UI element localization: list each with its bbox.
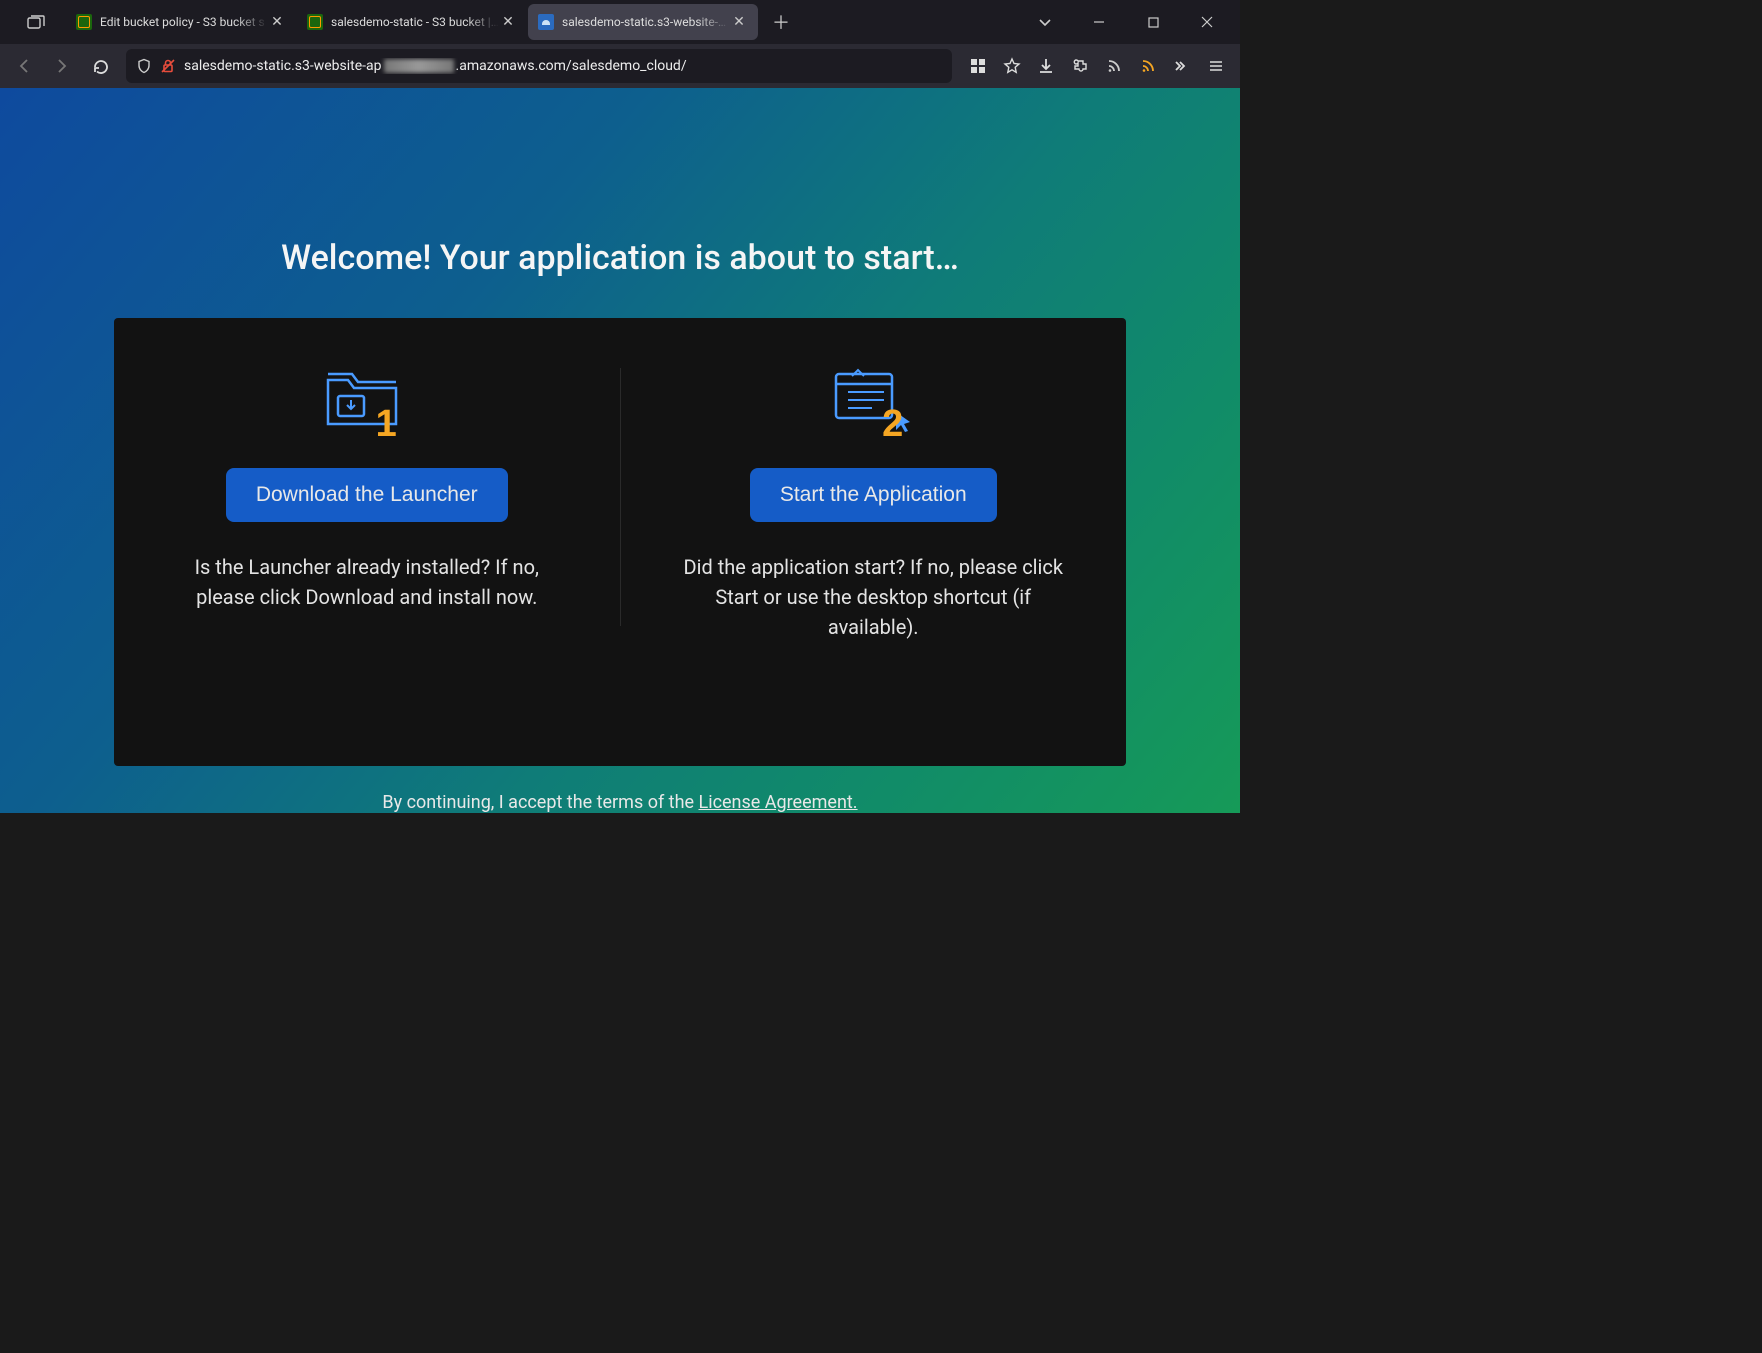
license-footer: By continuing, I accept the terms of the… <box>382 792 857 813</box>
rss-icon[interactable] <box>1132 50 1164 82</box>
close-window-button[interactable] <box>1186 7 1228 37</box>
extensions-icon[interactable] <box>1064 50 1096 82</box>
url-text: salesdemo-static.s3-website-ap .amazonaws… <box>184 58 687 74</box>
container-icon[interactable] <box>962 50 994 82</box>
welcome-heading: Welcome! Your application is about to st… <box>281 238 959 278</box>
maximize-button[interactable] <box>1132 7 1174 37</box>
start-app-icon: 2 <box>828 368 918 438</box>
title-bar: Edit bucket policy - S3 bucket s ✕ sales… <box>0 0 1240 44</box>
aws-favicon-icon <box>76 14 92 30</box>
url-path: .amazonaws.com/salesdemo_cloud/ <box>456 58 687 74</box>
step-1-number: 1 <box>376 403 397 446</box>
aws-favicon-icon <box>307 14 323 30</box>
license-prefix: By continuing, I accept the terms of the <box>382 792 698 813</box>
shield-icon[interactable] <box>136 58 152 74</box>
browser-window: Edit bucket policy - S3 bucket s ✕ sales… <box>0 0 1240 813</box>
feed-icon[interactable] <box>1098 50 1130 82</box>
insecure-lock-icon[interactable] <box>160 58 176 74</box>
new-tab-button[interactable]: ＋ <box>765 6 797 38</box>
minimize-button[interactable] <box>1078 7 1120 37</box>
start-pane: 2 Start the Application Did the applicat… <box>621 318 1127 766</box>
tab-1-close-icon[interactable]: ✕ <box>268 13 286 31</box>
tab-3[interactable]: salesdemo-static.s3-website-ap ✕ <box>528 4 758 40</box>
actions-panel: 1 Download the Launcher Is the Launcher … <box>114 318 1126 766</box>
all-tabs-icon[interactable] <box>6 15 66 29</box>
hamburger-menu-icon[interactable] <box>1200 50 1232 82</box>
url-host-prefix: salesdemo-static.s3-website-ap <box>184 58 382 74</box>
tab-3-close-icon[interactable]: ✕ <box>730 13 748 31</box>
tab-1[interactable]: Edit bucket policy - S3 bucket s ✕ <box>66 4 296 40</box>
bookmark-star-icon[interactable] <box>996 50 1028 82</box>
page-content: Welcome! Your application is about to st… <box>0 88 1240 813</box>
tab-1-title: Edit bucket policy - S3 bucket s <box>100 15 268 29</box>
reload-button[interactable] <box>84 50 116 82</box>
url-bar[interactable]: salesdemo-static.s3-website-ap .amazonaws… <box>126 49 952 83</box>
tabs-dropdown-icon[interactable] <box>1024 7 1066 37</box>
tab-2-title: salesdemo-static - S3 bucket | S <box>331 15 499 29</box>
tab-2[interactable]: salesdemo-static - S3 bucket | S ✕ <box>297 4 527 40</box>
back-button[interactable] <box>8 50 40 82</box>
download-pane: 1 Download the Launcher Is the Launcher … <box>114 318 620 766</box>
step-2-number: 2 <box>882 403 903 446</box>
overflow-icon[interactable] <box>1166 50 1198 82</box>
start-help-text: Did the application start? If no, please… <box>673 552 1073 642</box>
forward-button[interactable] <box>46 50 78 82</box>
download-launcher-button[interactable]: Download the Launcher <box>226 468 508 522</box>
download-help-text: Is the Launcher already installed? If no… <box>167 552 567 612</box>
url-region-redacted <box>384 59 454 73</box>
toolbar-right-icons <box>962 50 1232 82</box>
tab-3-title: salesdemo-static.s3-website-ap <box>562 15 730 29</box>
download-folder-icon: 1 <box>322 368 412 438</box>
window-controls <box>1024 7 1234 37</box>
downloads-icon[interactable] <box>1030 50 1062 82</box>
start-application-button[interactable]: Start the Application <box>750 468 997 522</box>
toolbar: salesdemo-static.s3-website-ap .amazonaws… <box>0 44 1240 88</box>
license-agreement-link[interactable]: License Agreement. <box>699 792 858 813</box>
tab-2-close-icon[interactable]: ✕ <box>499 13 517 31</box>
app-favicon-icon <box>538 14 554 30</box>
tab-strip: Edit bucket policy - S3 bucket s ✕ sales… <box>66 0 1024 44</box>
